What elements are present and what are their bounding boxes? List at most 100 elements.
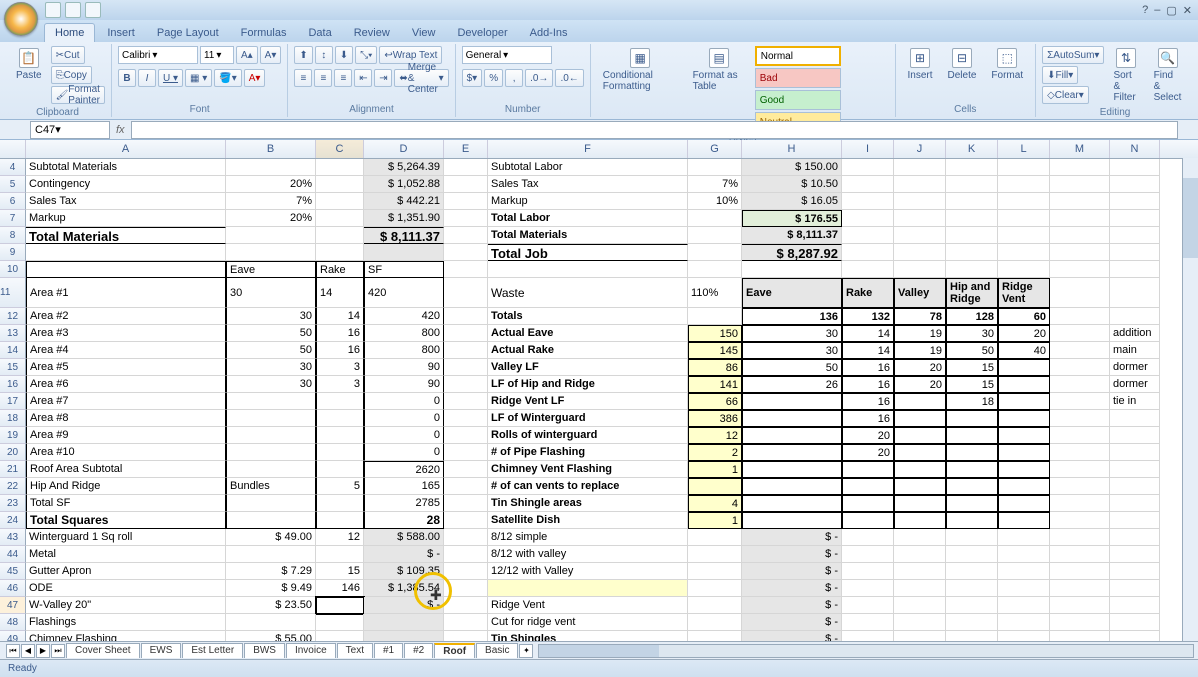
cell-G43[interactable] bbox=[688, 529, 742, 546]
cell-C11[interactable]: 14 bbox=[316, 278, 364, 308]
cell-M18[interactable] bbox=[1050, 410, 1110, 427]
cell-H16[interactable]: 26 bbox=[742, 376, 842, 393]
cell-I11[interactable]: Rake bbox=[842, 278, 894, 308]
cell-I19[interactable]: 20 bbox=[842, 427, 894, 444]
row-header-24[interactable]: 24 bbox=[0, 512, 26, 529]
cell-I15[interactable]: 16 bbox=[842, 359, 894, 376]
cell-K17[interactable]: 18 bbox=[946, 393, 998, 410]
cell-C6[interactable] bbox=[316, 193, 364, 210]
cell-J17[interactable] bbox=[894, 393, 946, 410]
cell-N12[interactable] bbox=[1110, 308, 1160, 325]
format-painter-button[interactable]: 🖌 Format Painter bbox=[51, 86, 105, 104]
cell-L13[interactable]: 20 bbox=[998, 325, 1050, 342]
cell-C4[interactable] bbox=[316, 159, 364, 176]
cell-G18[interactable]: 386 bbox=[688, 410, 742, 427]
cell-B21[interactable] bbox=[226, 461, 316, 478]
row-44[interactable]: 44 Metal$ -8/12 with valley$ - bbox=[0, 546, 1198, 563]
cell-B44[interactable] bbox=[226, 546, 316, 563]
cell-N17[interactable]: tie in bbox=[1110, 393, 1160, 410]
cell-K13[interactable]: 30 bbox=[946, 325, 998, 342]
cell-G7[interactable] bbox=[688, 210, 742, 227]
cell-B45[interactable]: $ 7.29 bbox=[226, 563, 316, 580]
cell-K23[interactable] bbox=[946, 495, 998, 512]
cell-I44[interactable] bbox=[842, 546, 894, 563]
clear-button[interactable]: ◇ Clear ▾ bbox=[1042, 86, 1089, 104]
cell-J24[interactable] bbox=[894, 512, 946, 529]
cell-J21[interactable] bbox=[894, 461, 946, 478]
cell-E12[interactable] bbox=[444, 308, 488, 325]
cell-L16[interactable] bbox=[998, 376, 1050, 393]
row-header-13[interactable]: 13 bbox=[0, 325, 26, 342]
row-10[interactable]: 10EaveRakeSF bbox=[0, 261, 1198, 278]
font-color-button[interactable]: A▾ bbox=[244, 69, 266, 87]
cell-L5[interactable] bbox=[998, 176, 1050, 193]
row-header-43[interactable]: 43 bbox=[0, 529, 26, 546]
tab-review[interactable]: Review bbox=[344, 24, 400, 42]
cell-J12[interactable]: 78 bbox=[894, 308, 946, 325]
cell-F22[interactable]: # of can vents to replace bbox=[488, 478, 688, 495]
cell-H24[interactable] bbox=[742, 512, 842, 529]
cell-B17[interactable] bbox=[226, 393, 316, 410]
cell-M48[interactable] bbox=[1050, 614, 1110, 631]
col-header-B[interactable]: B bbox=[226, 140, 316, 158]
cell-M6[interactable] bbox=[1050, 193, 1110, 210]
cell-D20[interactable]: 0 bbox=[364, 444, 444, 461]
cell-N18[interactable] bbox=[1110, 410, 1160, 427]
percent-button[interactable]: % bbox=[484, 69, 503, 87]
cell-M22[interactable] bbox=[1050, 478, 1110, 495]
cell-J13[interactable]: 19 bbox=[894, 325, 946, 342]
cell-E21[interactable] bbox=[444, 461, 488, 478]
cell-B22[interactable]: Bundles bbox=[226, 478, 316, 495]
cell-M21[interactable] bbox=[1050, 461, 1110, 478]
align-center-button[interactable]: ≡ bbox=[314, 69, 332, 87]
cell-F43[interactable]: 8/12 simple bbox=[488, 529, 688, 546]
cell-F17[interactable]: Ridge Vent LF bbox=[488, 393, 688, 410]
delete-cells-button[interactable]: ⊟Delete bbox=[942, 46, 983, 83]
cell-L23[interactable] bbox=[998, 495, 1050, 512]
cell-F49[interactable]: Tin Shingles bbox=[488, 631, 688, 641]
cell-A14[interactable]: Area #4 bbox=[26, 342, 226, 359]
copy-button[interactable]: ⎘ Copy bbox=[51, 66, 92, 84]
cell-C5[interactable] bbox=[316, 176, 364, 193]
row-header-22[interactable]: 22 bbox=[0, 478, 26, 495]
style-normal[interactable]: Normal bbox=[755, 46, 841, 66]
cell-B5[interactable]: 20% bbox=[226, 176, 316, 193]
cell-C15[interactable]: 3 bbox=[316, 359, 364, 376]
cell-F21[interactable]: Chimney Vent Flashing bbox=[488, 461, 688, 478]
cell-K6[interactable] bbox=[946, 193, 998, 210]
cell-D10[interactable]: SF bbox=[364, 261, 444, 278]
cell-G17[interactable]: 66 bbox=[688, 393, 742, 410]
cell-B6[interactable]: 7% bbox=[226, 193, 316, 210]
align-top-button[interactable]: ⬆ bbox=[294, 46, 312, 64]
cell-H6[interactable]: $ 16.05 bbox=[742, 193, 842, 210]
cell-I12[interactable]: 132 bbox=[842, 308, 894, 325]
row-header-14[interactable]: 14 bbox=[0, 342, 26, 359]
formula-bar[interactable] bbox=[131, 121, 1178, 139]
cell-C21[interactable] bbox=[316, 461, 364, 478]
sheet-tab-cover-sheet[interactable]: Cover Sheet bbox=[66, 643, 140, 658]
cell-C23[interactable] bbox=[316, 495, 364, 512]
cell-D23[interactable]: 2785 bbox=[364, 495, 444, 512]
row-header-44[interactable]: 44 bbox=[0, 546, 26, 563]
vscroll-thumb[interactable] bbox=[1183, 178, 1198, 258]
cell-B49[interactable]: $ 55.00 bbox=[226, 631, 316, 641]
row-4[interactable]: 4Subtotal Materials$ 5,264.39Subtotal La… bbox=[0, 159, 1198, 176]
cell-E45[interactable] bbox=[444, 563, 488, 580]
cell-I20[interactable]: 20 bbox=[842, 444, 894, 461]
row-7[interactable]: 7Markup20%$ 1,351.90Total Labor$ 176.55 bbox=[0, 210, 1198, 227]
cell-I13[interactable]: 14 bbox=[842, 325, 894, 342]
col-header-M[interactable]: M bbox=[1050, 140, 1110, 158]
row-header-8[interactable]: 8 bbox=[0, 227, 26, 244]
col-header-F[interactable]: F bbox=[488, 140, 688, 158]
qat-undo-icon[interactable] bbox=[65, 2, 81, 18]
cell-M43[interactable] bbox=[1050, 529, 1110, 546]
cell-H43[interactable]: $ - bbox=[742, 529, 842, 546]
cell-L22[interactable] bbox=[998, 478, 1050, 495]
cell-L10[interactable] bbox=[998, 261, 1050, 278]
cell-K15[interactable]: 15 bbox=[946, 359, 998, 376]
cell-L17[interactable] bbox=[998, 393, 1050, 410]
row-16[interactable]: 16Area #630390LF of Hip and Ridge1412616… bbox=[0, 376, 1198, 393]
cell-M9[interactable] bbox=[1050, 244, 1110, 261]
cell-L8[interactable] bbox=[998, 227, 1050, 244]
cell-N15[interactable]: dormer bbox=[1110, 359, 1160, 376]
